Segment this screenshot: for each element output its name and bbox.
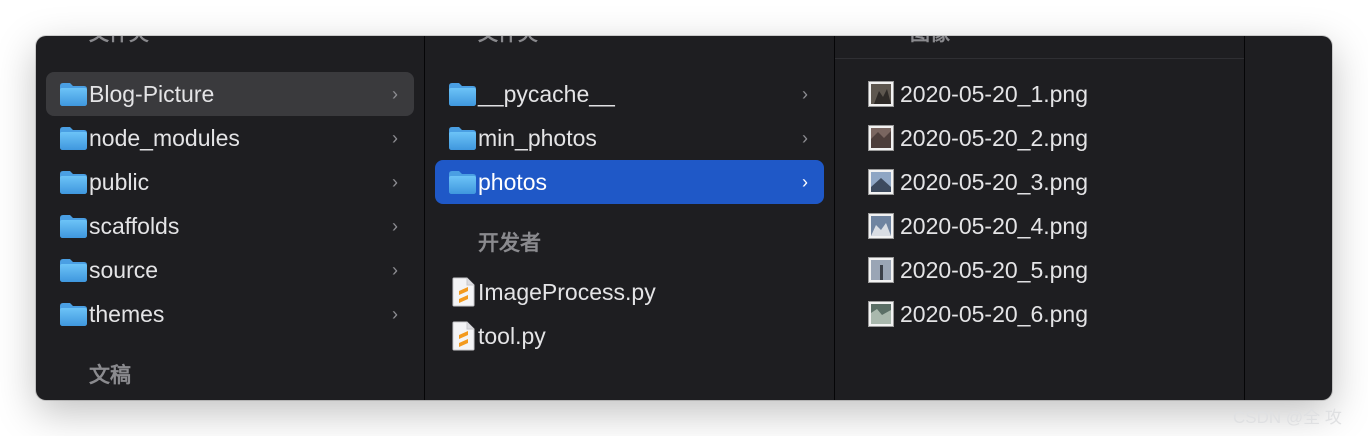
image-file-row[interactable]: 2020-05-20_4.png bbox=[835, 204, 1244, 248]
folder-icon bbox=[59, 213, 88, 239]
column-photos: 图像 2020-05-20_1.png 2020-05-20_2.png bbox=[835, 36, 1244, 400]
folder-label: __pycache__ bbox=[478, 81, 615, 107]
folder-icon bbox=[59, 81, 88, 107]
file-label: 2020-05-20_4.png bbox=[900, 213, 1088, 239]
chevron-right-icon: › bbox=[392, 172, 398, 192]
folder-label: public bbox=[89, 169, 150, 195]
file-label: 2020-05-20_6.png bbox=[900, 301, 1088, 327]
folder-icon bbox=[448, 125, 477, 151]
folder-label: Blog-Picture bbox=[89, 81, 215, 107]
python-file-icon bbox=[448, 321, 477, 351]
image-thumbnail-icon bbox=[868, 125, 894, 151]
image-thumbnail-icon bbox=[868, 213, 894, 239]
file-row-tool[interactable]: tool.py bbox=[435, 314, 824, 358]
folder-row-node-modules[interactable]: node_modules › bbox=[46, 116, 414, 160]
folder-row-scaffolds[interactable]: scaffolds › bbox=[46, 204, 414, 248]
column-header: 图像 bbox=[910, 36, 950, 46]
section-header-documents: 文稿 bbox=[89, 364, 131, 387]
folder-row-photos[interactable]: photos › bbox=[435, 160, 824, 204]
image-file-row[interactable]: 2020-05-20_1.png bbox=[835, 72, 1244, 116]
image-file-row[interactable]: 2020-05-20_5.png bbox=[835, 248, 1244, 292]
chevron-right-icon: › bbox=[802, 172, 808, 192]
chevron-right-icon: › bbox=[392, 128, 398, 148]
folder-icon bbox=[59, 169, 88, 195]
chevron-right-icon: › bbox=[392, 216, 398, 236]
column-header: 文件夹 bbox=[478, 36, 538, 46]
image-file-row[interactable]: 2020-05-20_6.png bbox=[835, 292, 1244, 336]
folder-icon bbox=[448, 169, 477, 195]
folder-label: min_photos bbox=[478, 125, 597, 151]
folder-icon bbox=[59, 301, 88, 327]
folder-label: photos bbox=[478, 169, 548, 195]
image-thumbnail-icon bbox=[868, 81, 894, 107]
file-label: 2020-05-20_3.png bbox=[900, 169, 1088, 195]
file-label: 2020-05-20_2.png bbox=[900, 125, 1088, 151]
folder-row-min-photos[interactable]: min_photos › bbox=[435, 116, 824, 160]
column-blog-picture: 文件夹 __pycache__ › min_photos › photos › … bbox=[425, 36, 834, 400]
file-label: ImageProcess.py bbox=[478, 279, 656, 305]
python-file-icon bbox=[448, 277, 477, 307]
chevron-right-icon: › bbox=[392, 304, 398, 324]
column-empty bbox=[1245, 36, 1332, 400]
folder-row-source[interactable]: source › bbox=[46, 248, 414, 292]
chevron-right-icon: › bbox=[802, 84, 808, 104]
folder-label: source bbox=[89, 257, 159, 283]
folder-icon bbox=[448, 81, 477, 107]
file-row-imageprocess[interactable]: ImageProcess.py bbox=[435, 270, 824, 314]
folder-row-public[interactable]: public › bbox=[46, 160, 414, 204]
folder-row-themes[interactable]: themes › bbox=[46, 292, 414, 336]
image-thumbnail-icon bbox=[868, 257, 894, 283]
folder-label: scaffolds bbox=[89, 213, 180, 239]
file-label: 2020-05-20_5.png bbox=[900, 257, 1088, 283]
folder-row-pycache[interactable]: __pycache__ › bbox=[435, 72, 824, 116]
folder-icon bbox=[59, 257, 88, 283]
column-header: 文件夹 bbox=[89, 36, 149, 46]
chevron-right-icon: › bbox=[392, 260, 398, 280]
watermark: CSDN @全 攻 bbox=[1233, 408, 1342, 427]
chevron-right-icon: › bbox=[802, 128, 808, 148]
folder-icon bbox=[59, 125, 88, 151]
column-root: 文件夹 Blog-Picture › node_modules › public… bbox=[36, 36, 424, 400]
section-header-developer: 开发者 bbox=[478, 232, 541, 255]
finder-window: 文件夹 Blog-Picture › node_modules › public… bbox=[36, 36, 1332, 400]
file-label: 2020-05-20_1.png bbox=[900, 81, 1088, 107]
folder-label: themes bbox=[89, 301, 165, 327]
image-thumbnail-icon bbox=[868, 301, 894, 327]
header-divider bbox=[835, 58, 1244, 59]
image-file-row[interactable]: 2020-05-20_2.png bbox=[835, 116, 1244, 160]
file-label: tool.py bbox=[478, 323, 546, 349]
image-file-row[interactable]: 2020-05-20_3.png bbox=[835, 160, 1244, 204]
folder-row-blog-picture[interactable]: Blog-Picture › bbox=[46, 72, 414, 116]
image-thumbnail-icon bbox=[868, 169, 894, 195]
folder-label: node_modules bbox=[89, 125, 240, 151]
chevron-right-icon: › bbox=[392, 84, 398, 104]
